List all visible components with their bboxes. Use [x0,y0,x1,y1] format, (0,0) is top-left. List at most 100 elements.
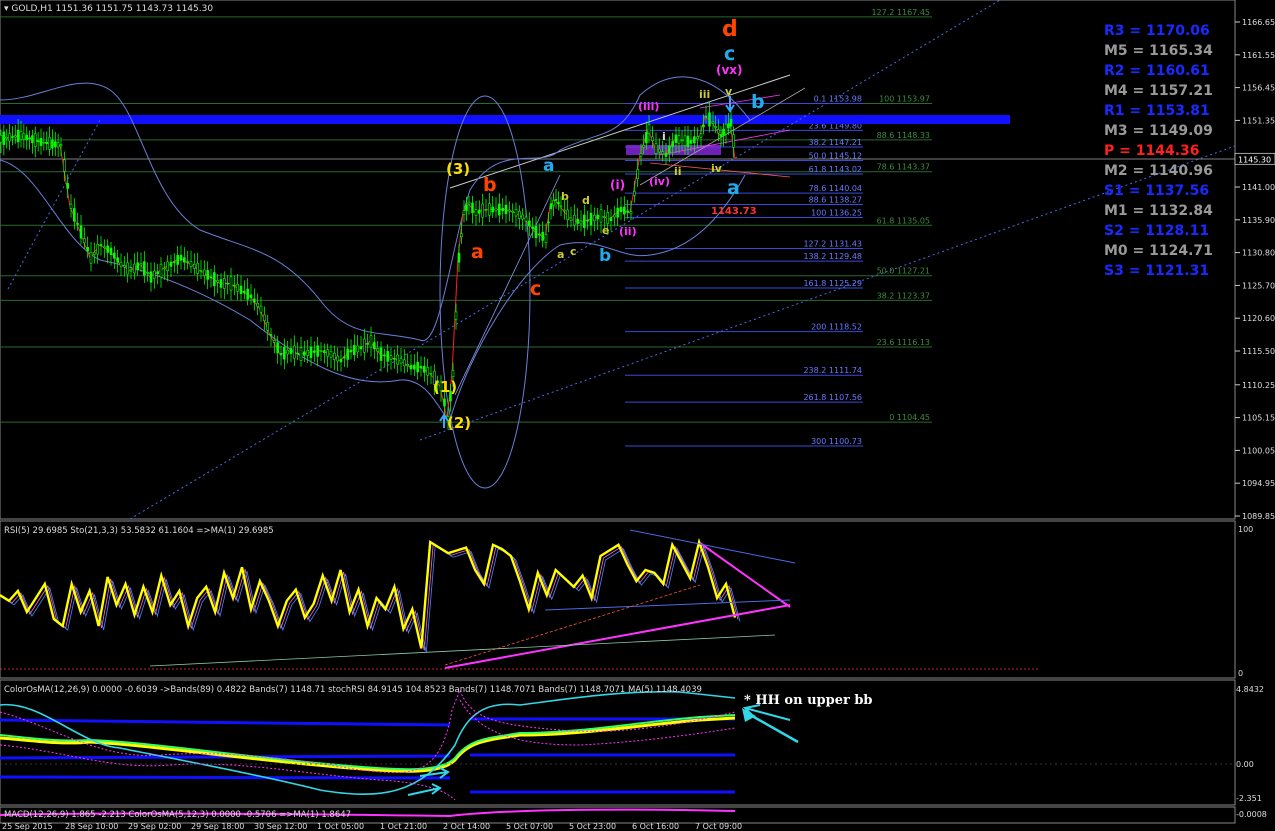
candle-body [686,135,690,147]
candle-body [668,145,671,154]
candle-body [346,348,349,360]
candle-body [89,251,93,264]
price-tick-label: 1120.60 [1242,314,1275,323]
candle-body [349,349,353,353]
wave-ii-magenta: (ii) [619,225,637,238]
fib-blue-label: 261.8 1107.56 [803,393,862,402]
candle-body [491,206,494,213]
time-tick-label: 2 Oct 14:00 [443,822,490,831]
candle-body [96,244,99,255]
candle-body [59,144,63,147]
time-tick-label: 1 Oct 05:00 [317,822,364,831]
wave-3: (3) [446,160,470,178]
time-tick-label: 29 Sep 18:00 [191,822,244,831]
wave-b-red: b [483,174,497,196]
candle-body [279,353,283,356]
candle-body [403,359,406,367]
time-tick-label: 5 Oct 23:00 [569,822,616,831]
osma-scale-top: 4.8432 [1236,685,1264,694]
candle-body [609,217,613,221]
candle-body [552,200,555,206]
candle-body [176,255,179,265]
candle-body [586,219,589,222]
pivot-label: R2 = 1160.61 [1104,63,1210,79]
pivot-label: P = 1144.36 [1104,143,1200,159]
candle-body [323,350,326,353]
candle-body [259,305,263,313]
candle-body [113,252,116,259]
candle-body [159,263,163,278]
candle-body [213,272,216,287]
candle-body [689,140,693,144]
candle-body [511,210,514,213]
candle-body [696,136,699,140]
candle-body [524,216,528,222]
osma-scale-mid: 0.00 [1236,760,1254,769]
candle-body [366,343,369,345]
candle-body [419,366,423,369]
candle-body [732,134,735,148]
candle-body [369,335,373,348]
candle-body [306,350,309,356]
candle-body [566,209,569,221]
candle-body [645,132,648,144]
hh-note: * HH on upper bb [744,693,873,708]
fib-blue-label: 0.1 1153.98 [814,94,862,103]
price-tick-label: 1130.80 [1242,249,1275,258]
candle-body [406,364,409,366]
candle-body [579,220,583,225]
candle-body [66,183,69,189]
candle-body [179,254,183,261]
candle-body [203,269,206,276]
rsi-header: RSI(5) 29.6985 Sto(21,3,3) 53.5832 61.16… [4,526,274,536]
candle-body [139,262,143,266]
candle-body [299,347,303,361]
price-tick-label: 1135.90 [1242,216,1275,225]
candle-body [109,247,113,255]
candle-body [547,221,550,224]
candle-body [209,276,213,279]
candle-body [169,261,173,267]
candle-body [79,225,83,239]
candle-body [557,201,560,205]
time-tick-label: 6 Oct 16:00 [632,822,679,831]
candle-body [303,351,306,356]
price-tick-label: 1089.85 [1242,512,1275,521]
candle-body [76,223,79,225]
candle-body [8,133,11,142]
pivot-label: R3 = 1170.06 [1104,23,1210,39]
candle-body [149,271,153,283]
candle-body [186,261,189,263]
candle-body [636,169,639,180]
candle-body [501,207,504,212]
price-tick-label: 1161.55 [1242,51,1275,60]
chart-canvas[interactable]: 127.2 1167.45 100 1153.97 88.6 1148.33 78.6… [0,0,1275,831]
candle-body [5,137,9,139]
rsi-scale-bottom: 0 [1238,669,1243,678]
candle-body [729,118,733,127]
chart-title: ▾ GOLD,H1 1151.36 1151.75 1143.73 1145.3… [4,4,213,14]
time-tick-label: 30 Sep 12:00 [254,822,307,831]
candle-body [534,225,538,239]
candle-body [363,338,366,353]
candle-body [253,298,256,303]
wave-b-right: b [751,91,765,113]
candle-body [2,131,6,145]
candle-body [661,151,664,155]
candle-body [243,290,246,294]
wave-iv: iv [711,162,723,175]
time-tick-label: 25 Sep 2015 [2,822,53,831]
candle-body [0,134,3,143]
candle-body [654,143,658,154]
wave-v: v [725,85,733,98]
candle-body [193,264,196,269]
wave-a-small: a [557,248,564,261]
pivot-label: M1 = 1132.84 [1104,203,1213,219]
candle-body [73,208,76,222]
time-tick-label: 28 Sep 10:00 [65,822,118,831]
fib-blue-label: 138.2 1129.48 [803,252,862,261]
candle-body [702,124,705,128]
candle-body [123,265,126,268]
candle-body [680,139,684,142]
candle-body [518,211,521,219]
